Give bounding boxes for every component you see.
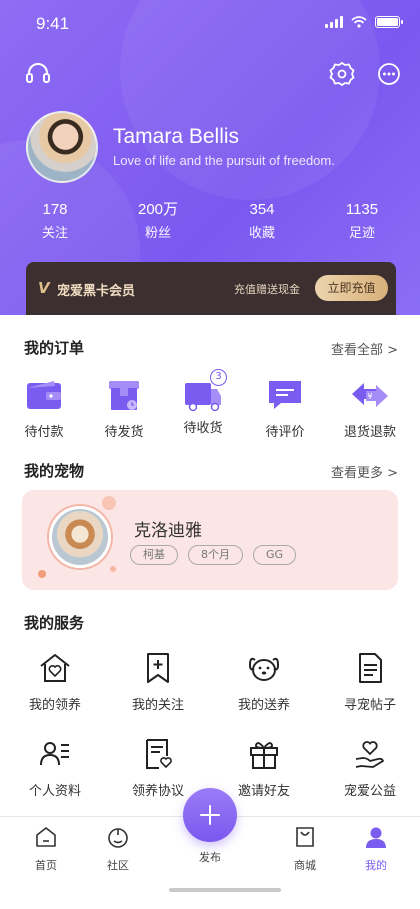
battery-icon [375, 16, 403, 28]
order-item-label: 待发货 [104, 425, 144, 440]
pet-card[interactable]: 克洛迪雅 柯基 8个月 GG [22, 490, 398, 590]
user-bio: Love of life and the pursuit of freedom. [113, 153, 335, 168]
service-invite-friends[interactable]: 邀请好友 [209, 737, 319, 800]
order-refund[interactable]: ¥ 退货退款 [330, 377, 410, 441]
comment-icon [269, 381, 301, 409]
status-bar: 9:41 [0, 0, 420, 46]
wifi-icon [351, 16, 367, 28]
stat-following[interactable]: 178 关注 [15, 200, 95, 242]
service-charity[interactable]: 宠爱公益 [315, 737, 420, 800]
pet-avatar[interactable] [49, 506, 111, 568]
service-lost-pet-posts[interactable]: 寻宠帖子 [315, 651, 420, 714]
stat-footprints[interactable]: 1135 足迹 [322, 200, 402, 242]
orders-section-title: 我的订单 [24, 339, 85, 357]
service-label: 寻宠帖子 [343, 698, 396, 713]
order-item-label: 待收货 [183, 421, 223, 436]
profile-stats: 178 关注 200万 粉丝 354 收藏 1135 足迹 [0, 200, 420, 250]
tab-shop[interactable]: 商城 [275, 825, 335, 873]
tab-me[interactable]: 我的 [346, 825, 406, 873]
view-more-pets-link[interactable]: 查看更多 > [331, 462, 398, 481]
stat-label: 收藏 [248, 226, 275, 241]
stat-label: 粉丝 [144, 226, 171, 241]
vip-membership-banner[interactable]: V 宠爱黑卡会员 充值赠送现金 立即充值 [26, 262, 396, 315]
service-profile[interactable]: 个人资料 [0, 737, 110, 800]
pet-tag-gender: GG [253, 545, 297, 565]
vip-logo-icon: V [38, 279, 50, 297]
decor-dot [38, 570, 46, 578]
service-my-follows[interactable]: 我的关注 [103, 651, 213, 714]
profile-card-icon [40, 742, 69, 766]
shopping-bag-icon [296, 827, 314, 847]
home-icon [36, 827, 56, 847]
decor-dot [110, 566, 116, 572]
tab-label: 首页 [35, 859, 57, 872]
order-pending-shipment[interactable]: 待发货 [84, 377, 164, 441]
package-icon [109, 381, 139, 410]
stat-value: 200万 [137, 201, 179, 218]
charity-hand-heart-icon [355, 741, 384, 768]
community-icon [108, 828, 128, 848]
stat-label: 关注 [41, 226, 68, 241]
gift-icon [250, 742, 278, 769]
status-icons [325, 16, 403, 28]
tab-community[interactable]: 社区 [88, 825, 148, 873]
tab-label: 社区 [107, 859, 129, 872]
order-pending-payment[interactable]: 待付款 [4, 377, 84, 441]
svg-text:¥: ¥ [367, 392, 372, 401]
pet-tag-age: 8个月 [188, 545, 243, 565]
order-item-label: 退货退款 [343, 425, 396, 440]
stat-label: 足迹 [348, 226, 375, 241]
decor-dot [102, 496, 116, 510]
service-label: 个人资料 [28, 784, 81, 799]
avatar[interactable] [26, 111, 98, 183]
stat-value: 1135 [345, 201, 379, 218]
home-indicator [169, 888, 281, 892]
customer-service-headset-icon[interactable] [24, 60, 52, 88]
stat-favorites[interactable]: 354 收藏 [222, 200, 302, 242]
tab-label: 我的 [365, 859, 387, 872]
status-time: 9:41 [36, 14, 70, 33]
vip-subtitle: 充值赠送现金 [234, 283, 300, 296]
service-label: 我的领养 [28, 698, 81, 713]
view-all-orders-link[interactable]: 查看全部 > [331, 339, 398, 358]
pets-section-title: 我的宠物 [24, 462, 85, 480]
stat-followers[interactable]: 200万 粉丝 [118, 200, 198, 242]
user-icon [366, 827, 386, 848]
document-icon [359, 653, 382, 683]
order-item-label: 待评价 [265, 425, 305, 440]
pet-tag-breed: 柯基 [130, 545, 178, 565]
order-item-label: 待付款 [24, 425, 64, 440]
stat-value: 354 [249, 201, 275, 218]
order-status-row: 待付款 待发货 3 待收货 待评价 ¥ 退货退款 [0, 369, 420, 441]
service-label: 我的关注 [131, 698, 184, 713]
pending-receipt-badge: 3 [210, 369, 227, 386]
order-pending-review[interactable]: 待评价 [245, 377, 325, 441]
wallet-icon [27, 381, 61, 409]
tab-home[interactable]: 首页 [16, 825, 76, 873]
bookmark-plus-icon [147, 653, 169, 683]
recharge-button[interactable]: 立即充值 [315, 275, 388, 301]
service-label: 我的送养 [237, 698, 290, 713]
settings-gear-icon[interactable] [328, 60, 356, 88]
pet-name: 克洛迪雅 [134, 521, 202, 541]
service-label: 宠爱公益 [343, 784, 396, 799]
tab-label: 商城 [294, 859, 316, 872]
vip-title: 宠爱黑卡会员 [57, 284, 136, 299]
user-name: Tamara Bellis [113, 125, 240, 148]
stat-value: 178 [42, 201, 68, 218]
services-section-title: 我的服务 [24, 614, 85, 632]
delivery-truck-icon-wrap: 3 [183, 369, 227, 413]
house-heart-icon [40, 654, 70, 682]
pet-tags: 柯基 8个月 GG [130, 545, 297, 565]
publish-plus-button[interactable] [183, 788, 237, 842]
service-my-rehoming[interactable]: 我的送养 [209, 651, 319, 714]
refund-icon: ¥ [352, 383, 388, 407]
more-options-icon[interactable] [375, 60, 403, 88]
signal-icon [325, 16, 343, 28]
service-my-adoption[interactable]: 我的领养 [0, 651, 110, 714]
publish-label: 发布 [199, 851, 221, 864]
order-pending-receipt[interactable]: 3 待收货 [163, 369, 243, 437]
agreement-icon [146, 739, 172, 769]
dog-face-icon [248, 657, 280, 681]
